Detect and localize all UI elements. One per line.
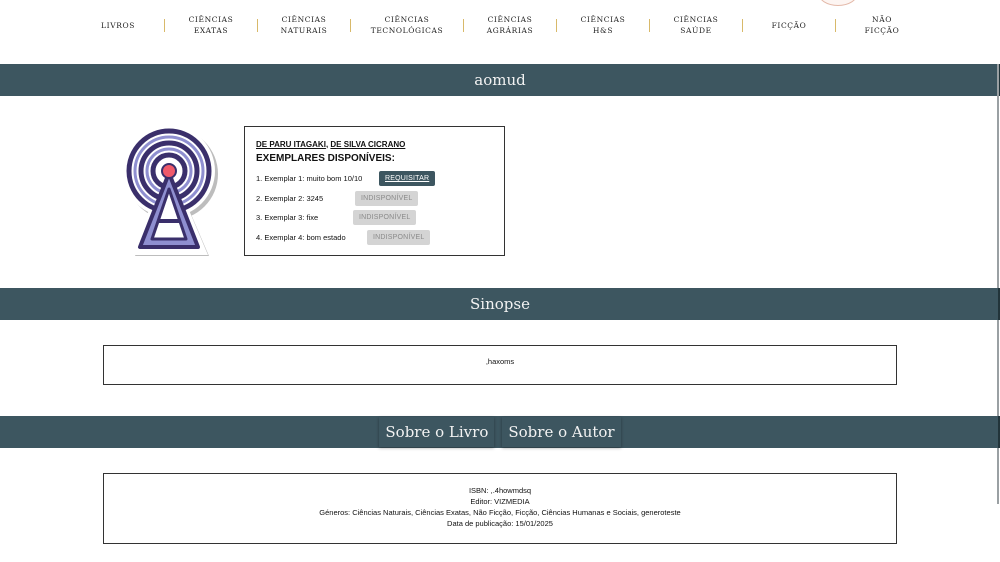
nav-label: FICÇÃO (771, 20, 807, 30)
unavailable-button: INDISPONÍVEL (355, 190, 419, 206)
tab-about-book[interactable]: Sobre o Livro (379, 417, 494, 447)
book-details-card: DE PARU ITAGAKI, DE SILVA CICRANO EXEMPL… (244, 126, 505, 256)
nav-ciencias-hs[interactable]: CIÊNCIAS H&S (557, 10, 649, 40)
book-info-box: ISBN: ,.4howmdsq Editor: VIZMEDIA Género… (103, 473, 897, 544)
book-title-band: aomud (0, 64, 1000, 96)
copy-label: 1. Exemplar 1: muito bom 10/10 (256, 174, 363, 184)
author-link[interactable]: DE PARU ITAGAKI (256, 140, 326, 149)
nav-ciencias-tecnologicas[interactable]: CIÊNCIAS TECNOLÓGICAS (351, 10, 463, 40)
isbn-text: ISBN: ,.4howmdsq (468, 486, 532, 495)
nav-label: CIÊNCIAS (487, 15, 533, 24)
genres-text: Géneros: Ciências Naturais, Ciências Exa… (319, 508, 681, 517)
nav-label: NÃO (872, 15, 892, 24)
nav-label: CIÊNCIAS (673, 15, 719, 24)
tab-about-author[interactable]: Sobre o Autor (502, 417, 620, 447)
request-button[interactable]: REQUISITAR (379, 171, 436, 187)
copy-label: 2. Exemplar 2: 3245 (256, 193, 324, 203)
nav-ficcao[interactable]: FICÇÃO (743, 10, 835, 40)
nav-label: CIÊNCIAS (580, 15, 626, 24)
nav-ciencias-agrarias[interactable]: CIÊNCIAS AGRÁRIAS (464, 10, 556, 40)
publication-date-text: Data de publicação: 15/01/2025 (447, 519, 553, 528)
nav-ciencias-naturais[interactable]: CIÊNCIAS NATURAIS (258, 10, 350, 40)
nav-nao-ficcao[interactable]: NÃO FICÇÃO (836, 10, 928, 40)
nav-label: NATURAIS (280, 26, 328, 35)
nav-label: AGRÁRIAS (486, 26, 534, 35)
copy-row: 4. Exemplar 4: bom estado INDISPONÍVEL (256, 228, 493, 248)
nav-ciencias-saude[interactable]: CIÊNCIAS SAÚDE (650, 10, 742, 40)
nav-label: CIÊNCIAS (281, 15, 327, 24)
synopsis-text: ,haxoms (485, 357, 515, 366)
unavailable-button: INDISPONÍVEL (367, 229, 431, 245)
synopsis-box: ,haxoms (103, 345, 897, 385)
author-list: DE PARU ITAGAKI, DE SILVA CICRANO (256, 140, 493, 149)
nav-ciencias-exatas[interactable]: CIÊNCIAS EXATAS (165, 10, 257, 40)
nav-label: LIVROS (101, 20, 135, 30)
synopsis-band: Sinopse (0, 288, 1000, 320)
nav-label: H&S (592, 26, 614, 35)
synopsis-heading: Sinopse (470, 295, 530, 313)
unavailable-button: INDISPONÍVEL (353, 210, 417, 226)
nav-label: TECNOLÓGICAS (370, 26, 444, 35)
about-tabs-band: Sobre o Livro Sobre o Autor (0, 416, 1000, 448)
copy-row: 2. Exemplar 2: 3245 INDISPONÍVEL (256, 189, 493, 209)
author-link[interactable]: DE SILVA CICRANO (330, 140, 405, 149)
copy-row: 3. Exemplar 3: fixe INDISPONÍVEL (256, 208, 493, 228)
nav-label: CIÊNCIAS (188, 15, 234, 24)
nav-label: FICÇÃO (864, 26, 900, 35)
nav-label: EXATAS (193, 26, 229, 35)
copy-label: 3. Exemplar 3: fixe (256, 213, 319, 223)
nav-label: SAÚDE (680, 26, 712, 35)
copies-heading: EXEMPLARES DISPONÍVEIS: (256, 153, 395, 164)
main-nav: LIVROS CIÊNCIAS EXATAS CIÊNCIAS NATURAIS C… (0, 0, 1000, 50)
book-title: aomud (474, 71, 526, 89)
editor-text: Editor: VIZMEDIA (470, 497, 530, 506)
nav-label: CIÊNCIAS (384, 15, 430, 24)
nav-livros[interactable]: LIVROS (72, 10, 164, 40)
copy-label: 4. Exemplar 4: bom estado (256, 232, 346, 242)
radio-tower-icon (122, 125, 220, 259)
copy-row: 1. Exemplar 1: muito bom 10/10 REQUISITA… (256, 169, 493, 189)
